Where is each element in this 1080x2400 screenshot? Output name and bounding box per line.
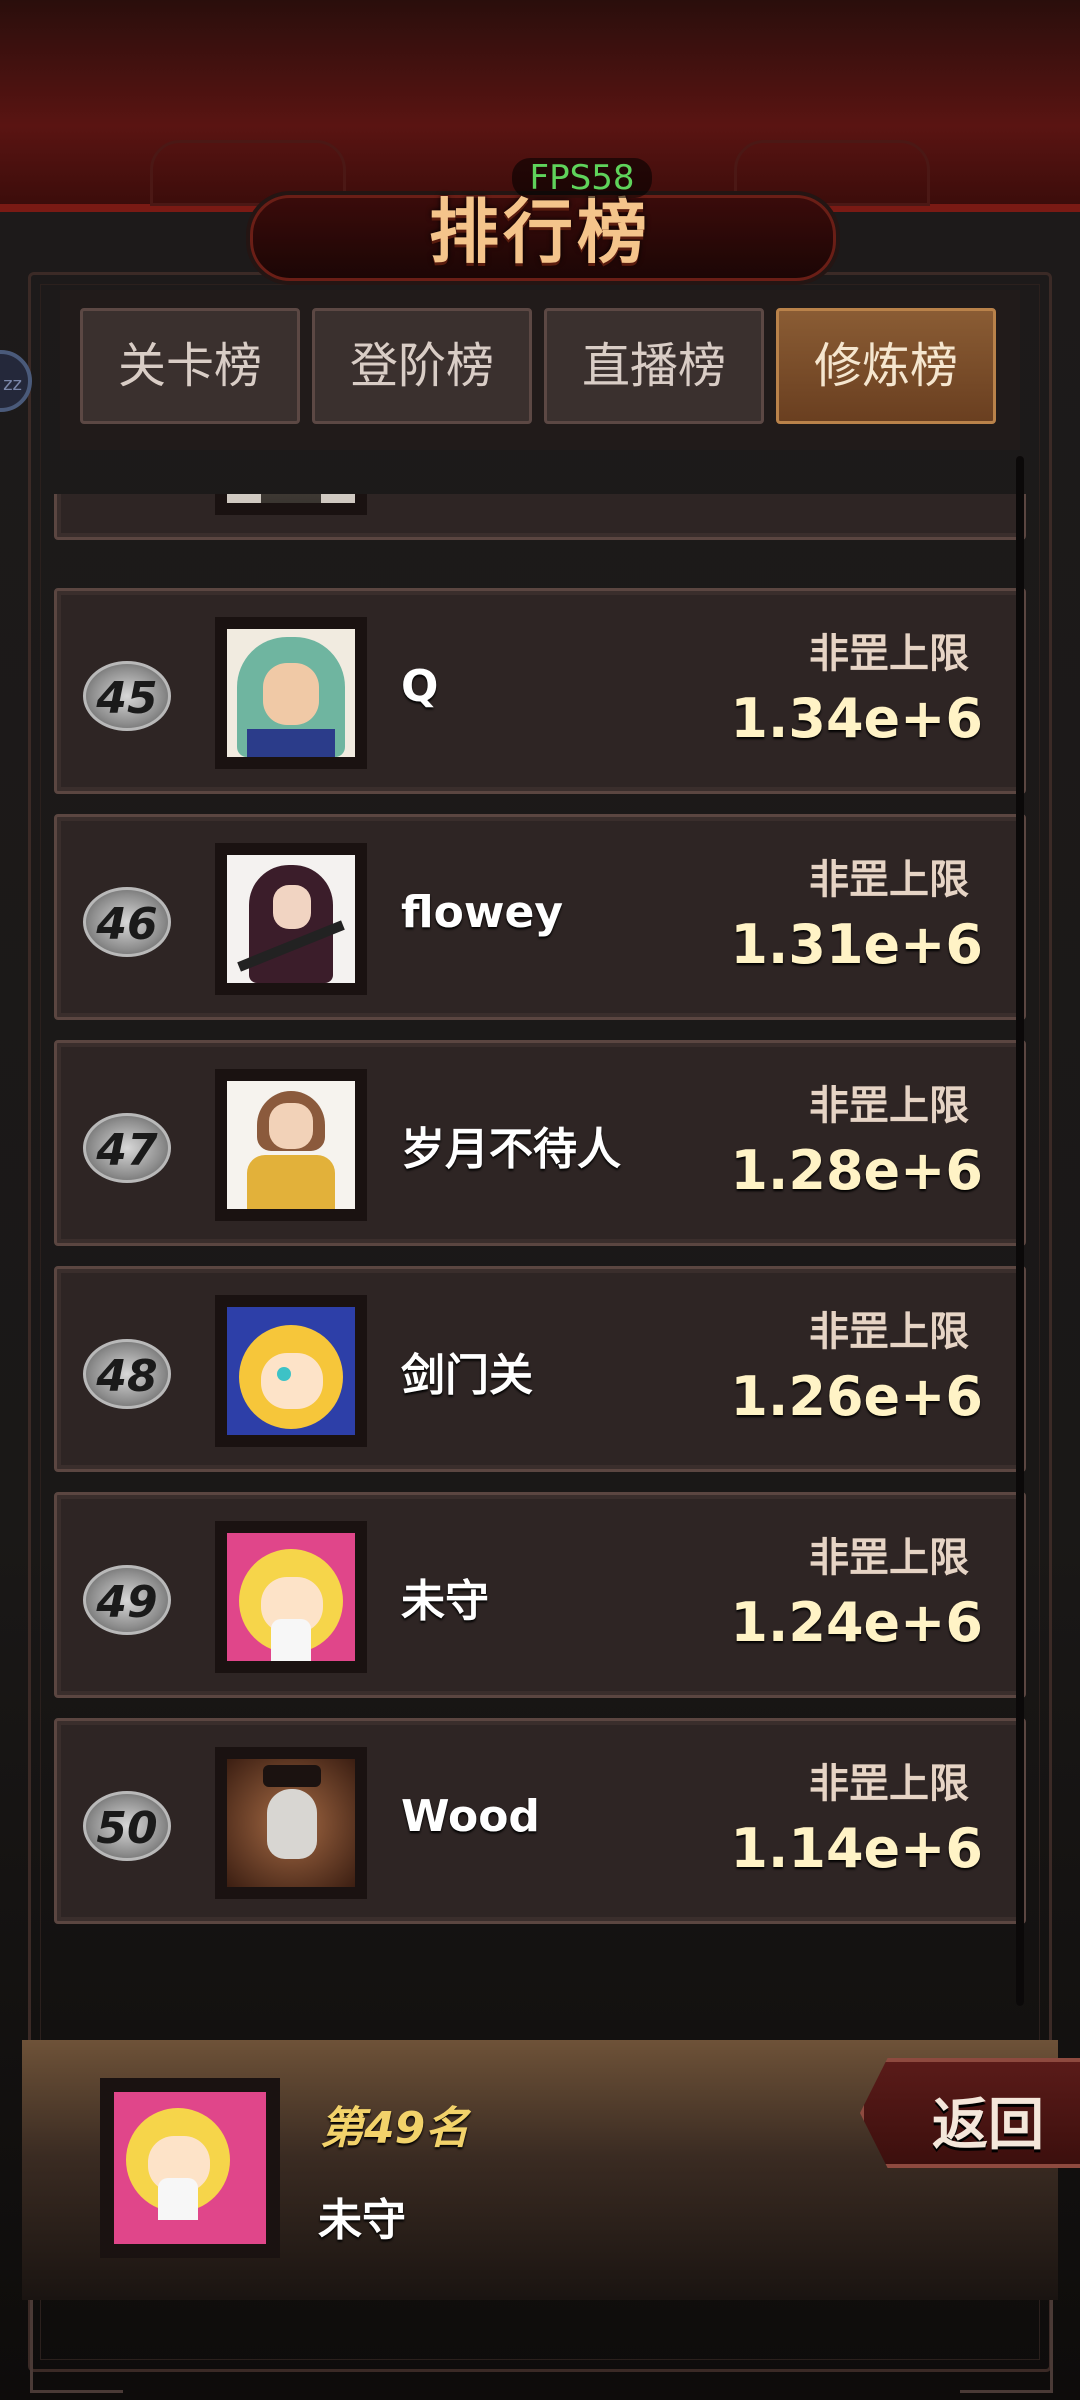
player-name: flowey xyxy=(401,887,564,938)
player-name: Wood xyxy=(401,1791,540,1842)
frame-corner-right xyxy=(960,2300,1053,2393)
list-item[interactable]: 48 剑门关 非罡上限 1.26e+6 xyxy=(54,1266,1026,1472)
avatar-frame xyxy=(215,1747,367,1899)
avatar[interactable] xyxy=(227,629,355,757)
frame-corner-left xyxy=(30,2300,123,2393)
avatar[interactable] xyxy=(227,1307,355,1435)
stat-label: 非罡上限 xyxy=(809,1535,969,1581)
tab-live[interactable]: 直播榜 xyxy=(544,308,764,424)
stat-value: 1.34e+6 xyxy=(730,687,983,750)
tab-level[interactable]: 关卡榜 xyxy=(80,308,300,424)
rank-medal-icon: 48 xyxy=(83,1339,171,1409)
stat-value: 1.31e+6 xyxy=(730,913,983,976)
my-avatar-frame xyxy=(100,2078,280,2258)
list-item[interactable]: 45 Q 非罡上限 1.34e+6 xyxy=(54,588,1026,794)
list-item[interactable]: 44Perena1.35e+6 xyxy=(54,494,1026,540)
rank-medal-icon: 49 xyxy=(83,1565,171,1635)
list-item[interactable]: 49 未守 非罡上限 1.24e+6 xyxy=(54,1492,1026,1698)
avatar[interactable] xyxy=(227,1533,355,1661)
avatar-frame xyxy=(215,843,367,995)
player-name: Q xyxy=(401,661,439,712)
avatar-frame xyxy=(215,617,367,769)
avatar-frame xyxy=(215,1295,367,1447)
stat-value: 1.28e+6 xyxy=(730,1139,983,1202)
avatar[interactable] xyxy=(227,494,355,503)
my-avatar xyxy=(114,2092,266,2244)
rank-medal-icon: 50 xyxy=(83,1791,171,1861)
avatar[interactable] xyxy=(227,1759,355,1887)
stat-label: 非罡上限 xyxy=(809,1083,969,1129)
ranking-list[interactable]: 44Perena1.35e+6 45 Q 非罡上限 1.34e+6 46 flowey 非罡上… xyxy=(50,494,1030,1944)
back-button-label[interactable]: 返回 xyxy=(932,2080,1044,2161)
stat-value: 1.26e+6 xyxy=(730,1365,983,1428)
avatar[interactable] xyxy=(227,855,355,983)
player-name: 岁月不待人 xyxy=(401,1124,621,1175)
my-name: 未守 xyxy=(318,2195,406,2246)
list-item[interactable]: 46 flowey 非罡上限 1.31e+6 xyxy=(54,814,1026,1020)
stat-value: 1.14e+6 xyxy=(730,1817,983,1880)
rank-medal-icon: 45 xyxy=(83,661,171,731)
player-name: 剑门关 xyxy=(401,1350,533,1401)
rank-medal-icon: 46 xyxy=(83,887,171,957)
avatar[interactable] xyxy=(227,1081,355,1209)
stat-value: 1.35e+6 xyxy=(730,494,983,496)
player-name: 未守 xyxy=(401,1576,489,1627)
my-rank: 第49名 xyxy=(320,2103,470,2154)
tab-cultivation[interactable]: 修炼榜 xyxy=(776,308,996,424)
avatar-frame xyxy=(215,1069,367,1221)
scrollbar-thumb[interactable] xyxy=(1016,456,1024,2006)
stat-label: 非罡上限 xyxy=(809,631,969,677)
stat-label: 非罡上限 xyxy=(809,1761,969,1807)
list-item[interactable]: 50 Wood 非罡上限 1.14e+6 xyxy=(54,1718,1026,1924)
tab-ascend[interactable]: 登阶榜 xyxy=(312,308,532,424)
stat-label: 非罡上限 xyxy=(809,1309,969,1355)
avatar-frame xyxy=(215,1521,367,1673)
fps-counter: FPS58 xyxy=(512,158,652,198)
stat-value: 1.24e+6 xyxy=(730,1591,983,1654)
stat-label: 非罡上限 xyxy=(809,857,969,903)
rank-medal-icon: 47 xyxy=(83,1113,171,1183)
avatar-frame xyxy=(215,494,367,515)
list-item[interactable]: 47 岁月不待人 非罡上限 1.28e+6 xyxy=(54,1040,1026,1246)
